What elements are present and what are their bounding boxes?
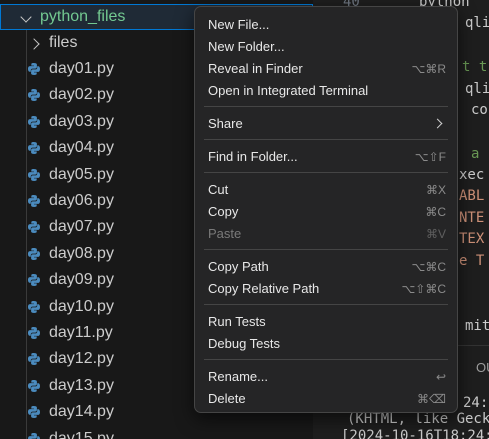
file-label: day08.py [49, 244, 114, 262]
file-label: day06.py [49, 192, 114, 209]
python-file-icon [28, 300, 40, 313]
shortcut-label: ⌘V [425, 227, 446, 241]
code-fragment: ABL [459, 188, 485, 204]
python-file-icon [28, 221, 40, 234]
menu-item-share[interactable]: Share [208, 114, 446, 134]
folder-label: python_files [40, 8, 126, 25]
menu-item-delete[interactable]: Delete ⌘⌫ [208, 389, 446, 409]
python-file-icon [28, 327, 40, 339]
python-file-icon [28, 379, 40, 392]
python-file-icon [28, 63, 40, 75]
menu-item-new-folder[interactable]: New Folder... [208, 37, 446, 57]
python-file-icon [28, 195, 40, 207]
terminal-line: (KHTML, like Gecko [347, 411, 489, 427]
code-fragment: NTE [459, 210, 485, 226]
python-file-icon [28, 432, 40, 439]
menu-item-run-tests[interactable]: Run Tests [208, 312, 446, 332]
code-fragment: e T [459, 253, 485, 269]
menu-item-copy[interactable]: Copy ⌘C [208, 202, 446, 222]
file-row[interactable]: day15.py [0, 427, 313, 439]
menu-item-reveal-in-finder[interactable]: Reveal in Finder ⌥⌘R [208, 59, 446, 79]
menu-item-open-in-terminal[interactable]: Open in Integrated Terminal [208, 81, 446, 101]
python-file-icon [28, 168, 40, 181]
shortcut-label: ⌘C [425, 205, 446, 219]
file-label: day04.py [49, 139, 114, 157]
shortcut-label: ⌘⌫ [417, 392, 446, 406]
menu-item-new-file[interactable]: New File... [208, 15, 446, 35]
file-label: day09.py [49, 271, 114, 289]
menu-separator [204, 106, 448, 107]
folder-label: files [49, 34, 78, 51]
shortcut-label: ⌥⌘C [411, 260, 447, 274]
python-file-icon [28, 274, 40, 287]
tab-output[interactable]: OU [476, 360, 489, 375]
menu-separator [204, 359, 448, 360]
shortcut-label: ⌥⇧F [414, 150, 446, 164]
shortcut-label: ⌥⌘R [411, 62, 447, 76]
menu-separator [204, 249, 448, 250]
python-file-icon [28, 406, 40, 419]
python-file-icon [28, 247, 40, 260]
file-label: day14.py [49, 403, 114, 421]
menu-item-debug-tests[interactable]: Debug Tests [208, 334, 446, 354]
file-label: day13.py [49, 376, 114, 394]
code-fragment: a [471, 146, 480, 162]
chevron-right-icon [432, 118, 443, 129]
code-fragment: qli [465, 15, 489, 31]
code-fragment: t t [462, 59, 488, 75]
file-label: day11.py [49, 324, 113, 341]
python-file-icon [28, 142, 40, 155]
chevron-down-icon [20, 11, 32, 23]
code-fragment: TEX [459, 231, 485, 247]
file-label: day02.py [49, 86, 114, 104]
terminal-line: 24:3 [463, 395, 489, 411]
menu-item-rename[interactable]: Rename... ↩ [208, 367, 446, 387]
python-file-icon [28, 115, 40, 128]
python-file-icon [28, 89, 40, 102]
code-fragment: xec [459, 167, 485, 183]
file-label: day07.py [49, 218, 114, 236]
shortcut-label: ⌘X [425, 183, 446, 197]
menu-separator [204, 172, 448, 173]
file-label: day03.py [49, 112, 114, 130]
menu-separator [204, 304, 448, 305]
file-label: day15.py [49, 429, 114, 439]
code-fragment: qli [465, 81, 489, 97]
menu-item-copy-path[interactable]: Copy Path ⌥⌘C [208, 257, 446, 277]
menu-item-copy-relative-path[interactable]: Copy Relative Path ⌥⇧⌘C [208, 279, 446, 299]
shortcut-label: ⌥⇧⌘C [401, 282, 446, 296]
file-label: day10.py [49, 297, 114, 315]
code-fragment: mit [465, 318, 489, 334]
chevron-right-icon [28, 38, 40, 50]
file-label: day01.py [49, 60, 114, 77]
context-menu: New File... New Folder... Reveal in Find… [194, 6, 458, 413]
menu-item-find-in-folder[interactable]: Find in Folder... ⌥⇧F [208, 147, 446, 167]
file-label: day12.py [49, 350, 114, 368]
shortcut-label: ↩ [435, 370, 446, 384]
menu-item-paste[interactable]: Paste ⌘V [208, 224, 446, 244]
python-file-icon [28, 353, 40, 366]
terminal-line: [2024-10-16T18:24:3 [341, 428, 489, 439]
menu-item-cut[interactable]: Cut ⌘X [208, 180, 446, 200]
code-fragment: co [471, 102, 488, 118]
menu-separator [204, 139, 448, 140]
file-label: day05.py [49, 165, 114, 183]
